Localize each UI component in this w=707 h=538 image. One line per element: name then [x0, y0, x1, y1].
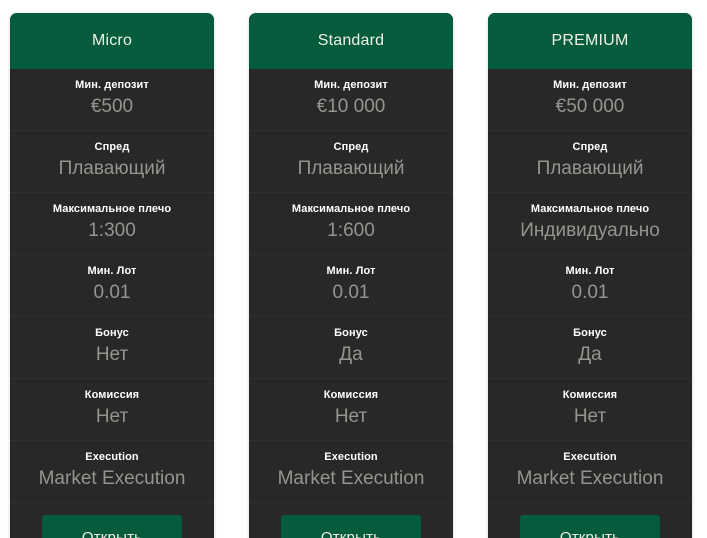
spec-row-max-leverage: Максимальное плечо Индивидуально	[488, 193, 692, 255]
spec-value: €50 000	[555, 96, 625, 117]
spec-value: Market Execution	[516, 468, 664, 489]
plan-header-standard: Standard	[249, 13, 453, 69]
spec-value: 1:600	[327, 220, 375, 241]
spec-value: 0.01	[571, 282, 609, 303]
spec-row-bonus: Бонус Да	[488, 317, 692, 379]
spec-row-spread: Спред Плавающий	[249, 131, 453, 193]
spec-value: Нет	[573, 406, 607, 427]
spec-row-min-deposit: Мин. депозит €500	[10, 69, 214, 131]
spec-value: 1:300	[88, 220, 136, 241]
spec-label: Комиссия	[323, 389, 379, 401]
plan-title: Standard	[317, 32, 385, 49]
open-account-button[interactable]: Открыть	[42, 515, 182, 538]
plan-header-micro: Micro	[10, 13, 214, 69]
spec-value: Нет	[334, 406, 368, 427]
spec-value: Да	[578, 344, 602, 365]
plan-card-premium: PREMIUM Мин. депозит €50 000 Спред Плава…	[488, 13, 692, 538]
spec-row-bonus: Бонус Да	[249, 317, 453, 379]
account-plans-comparison: Micro Мин. депозит €500 Спред Плавающий …	[0, 0, 707, 538]
spec-row-min-lot: Мин. Лот 0.01	[10, 255, 214, 317]
plan-footer: Открыть	[10, 503, 214, 538]
open-account-button[interactable]: Открыть	[520, 515, 660, 538]
spec-value: Плавающий	[58, 158, 166, 179]
spec-row-min-lot: Мин. Лот 0.01	[249, 255, 453, 317]
spec-row-min-deposit: Мин. депозит €50 000	[488, 69, 692, 131]
spec-label: Комиссия	[84, 389, 140, 401]
plan-footer: Открыть	[488, 503, 692, 538]
open-account-button[interactable]: Открыть	[281, 515, 421, 538]
spec-value: 0.01	[93, 282, 131, 303]
spec-value: Индивидуально	[520, 220, 660, 241]
plan-card-standard: Standard Мин. депозит €10 000 Спред Плав…	[249, 13, 453, 538]
spec-label: Бонус	[95, 327, 129, 339]
spec-label: Execution	[85, 451, 139, 463]
spec-row-execution: Execution Market Execution	[249, 441, 453, 503]
spec-row-execution: Execution Market Execution	[488, 441, 692, 503]
plan-specs-list: Мин. депозит €10 000 Спред Плавающий Мак…	[249, 69, 453, 503]
plan-title: Micro	[91, 32, 133, 49]
spec-label: Бонус	[573, 327, 607, 339]
spec-label: Максимальное плечо	[52, 203, 172, 215]
spec-label: Мин. Лот	[565, 265, 615, 277]
plan-footer: Открыть	[249, 503, 453, 538]
spec-value: €10 000	[316, 96, 386, 117]
spec-row-spread: Спред Плавающий	[10, 131, 214, 193]
spec-value: Нет	[95, 406, 129, 427]
spec-label: Мин. депозит	[314, 79, 388, 91]
spec-value: Market Execution	[38, 468, 186, 489]
spec-value: Плавающий	[297, 158, 405, 179]
spec-value: Market Execution	[277, 468, 425, 489]
plan-specs-list: Мин. депозит €500 Спред Плавающий Максим…	[10, 69, 214, 503]
spec-label: Бонус	[334, 327, 368, 339]
spec-label: Execution	[563, 451, 617, 463]
spec-row-bonus: Бонус Нет	[10, 317, 214, 379]
spec-row-commission: Комиссия Нет	[488, 379, 692, 441]
spec-label: Максимальное плечо	[291, 203, 411, 215]
plan-header-premium: PREMIUM	[488, 13, 692, 69]
spec-row-max-leverage: Максимальное плечо 1:600	[249, 193, 453, 255]
spec-row-commission: Комиссия Нет	[249, 379, 453, 441]
spec-row-commission: Комиссия Нет	[10, 379, 214, 441]
spec-value: Нет	[95, 344, 129, 365]
plan-title: PREMIUM	[551, 32, 629, 49]
spec-row-spread: Спред Плавающий	[488, 131, 692, 193]
spec-row-max-leverage: Максимальное плечо 1:300	[10, 193, 214, 255]
spec-label: Мин. депозит	[75, 79, 149, 91]
spec-label: Спред	[333, 141, 369, 153]
spec-row-min-deposit: Мин. депозит €10 000	[249, 69, 453, 131]
spec-label: Комиссия	[562, 389, 618, 401]
spec-label: Спред	[572, 141, 608, 153]
spec-label: Мин. депозит	[553, 79, 627, 91]
spec-label: Максимальное плечо	[530, 203, 650, 215]
spec-label: Мин. Лот	[87, 265, 137, 277]
plan-specs-list: Мин. депозит €50 000 Спред Плавающий Мак…	[488, 69, 692, 503]
spec-label: Спред	[94, 141, 130, 153]
spec-label: Execution	[324, 451, 378, 463]
spec-value: Плавающий	[536, 158, 644, 179]
plan-card-micro: Micro Мин. депозит €500 Спред Плавающий …	[10, 13, 214, 538]
spec-value: 0.01	[332, 282, 370, 303]
spec-row-min-lot: Мин. Лот 0.01	[488, 255, 692, 317]
spec-label: Мин. Лот	[326, 265, 376, 277]
spec-value: €500	[90, 96, 134, 117]
spec-value: Да	[339, 344, 363, 365]
spec-row-execution: Execution Market Execution	[10, 441, 214, 503]
